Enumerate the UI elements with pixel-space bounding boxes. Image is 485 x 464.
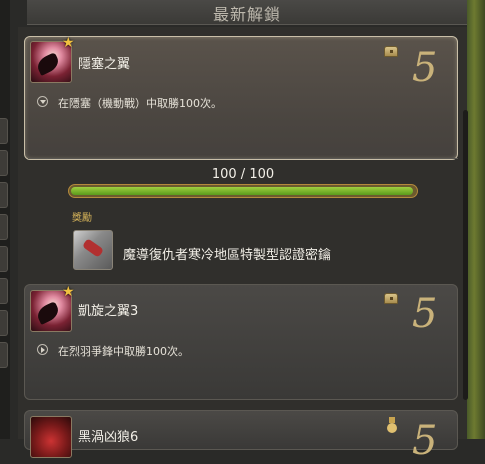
side-tab[interactable] <box>0 214 8 240</box>
game-world-background <box>467 0 485 439</box>
achievement-description: 在烈羽爭鋒中取勝100次。 <box>58 345 189 358</box>
medal-icon <box>387 417 397 433</box>
achievement-title: 隱塞之翼 <box>78 57 131 72</box>
progress-bar <box>68 184 418 198</box>
achievement-points: 5 <box>412 45 438 91</box>
header-title: 最新解鎖 <box>212 5 281 24</box>
reward-name: 魔導復仇者寒冷地區特製型認證密鑰 <box>123 248 332 263</box>
star-icon: ★ <box>62 35 75 51</box>
recent-unlocks-header: 最新解鎖 <box>27 0 467 25</box>
treasure-chest-icon <box>384 293 398 304</box>
achievement-description: 在隱塞（機動戰）中取勝100次。 <box>58 97 222 110</box>
side-tab[interactable] <box>0 150 8 176</box>
side-tab[interactable] <box>0 278 8 304</box>
side-tab[interactable] <box>0 182 8 208</box>
star-icon: ★ <box>62 284 75 300</box>
divider <box>28 158 458 159</box>
progress-text: 100 / 100 <box>211 167 275 182</box>
achievement-title: 黑渦凶狼6 <box>78 430 139 445</box>
wolf-icon <box>30 416 72 458</box>
progress-bar-fill <box>71 187 413 195</box>
achievement-points: 5 <box>412 418 438 464</box>
scrollbar[interactable] <box>463 110 468 400</box>
treasure-chest-icon <box>384 46 398 57</box>
achievement-title: 凱旋之翼3 <box>78 304 139 319</box>
side-tab[interactable] <box>0 342 8 368</box>
reward-label: 獎勵 <box>72 213 92 224</box>
collapse-toggle-icon[interactable] <box>37 96 48 107</box>
side-tab[interactable] <box>0 118 8 144</box>
achievement-points: 5 <box>412 291 438 337</box>
expand-toggle-icon[interactable] <box>37 344 48 355</box>
key-icon[interactable] <box>73 230 113 270</box>
side-tab[interactable] <box>0 310 8 336</box>
side-tab[interactable] <box>0 246 8 272</box>
